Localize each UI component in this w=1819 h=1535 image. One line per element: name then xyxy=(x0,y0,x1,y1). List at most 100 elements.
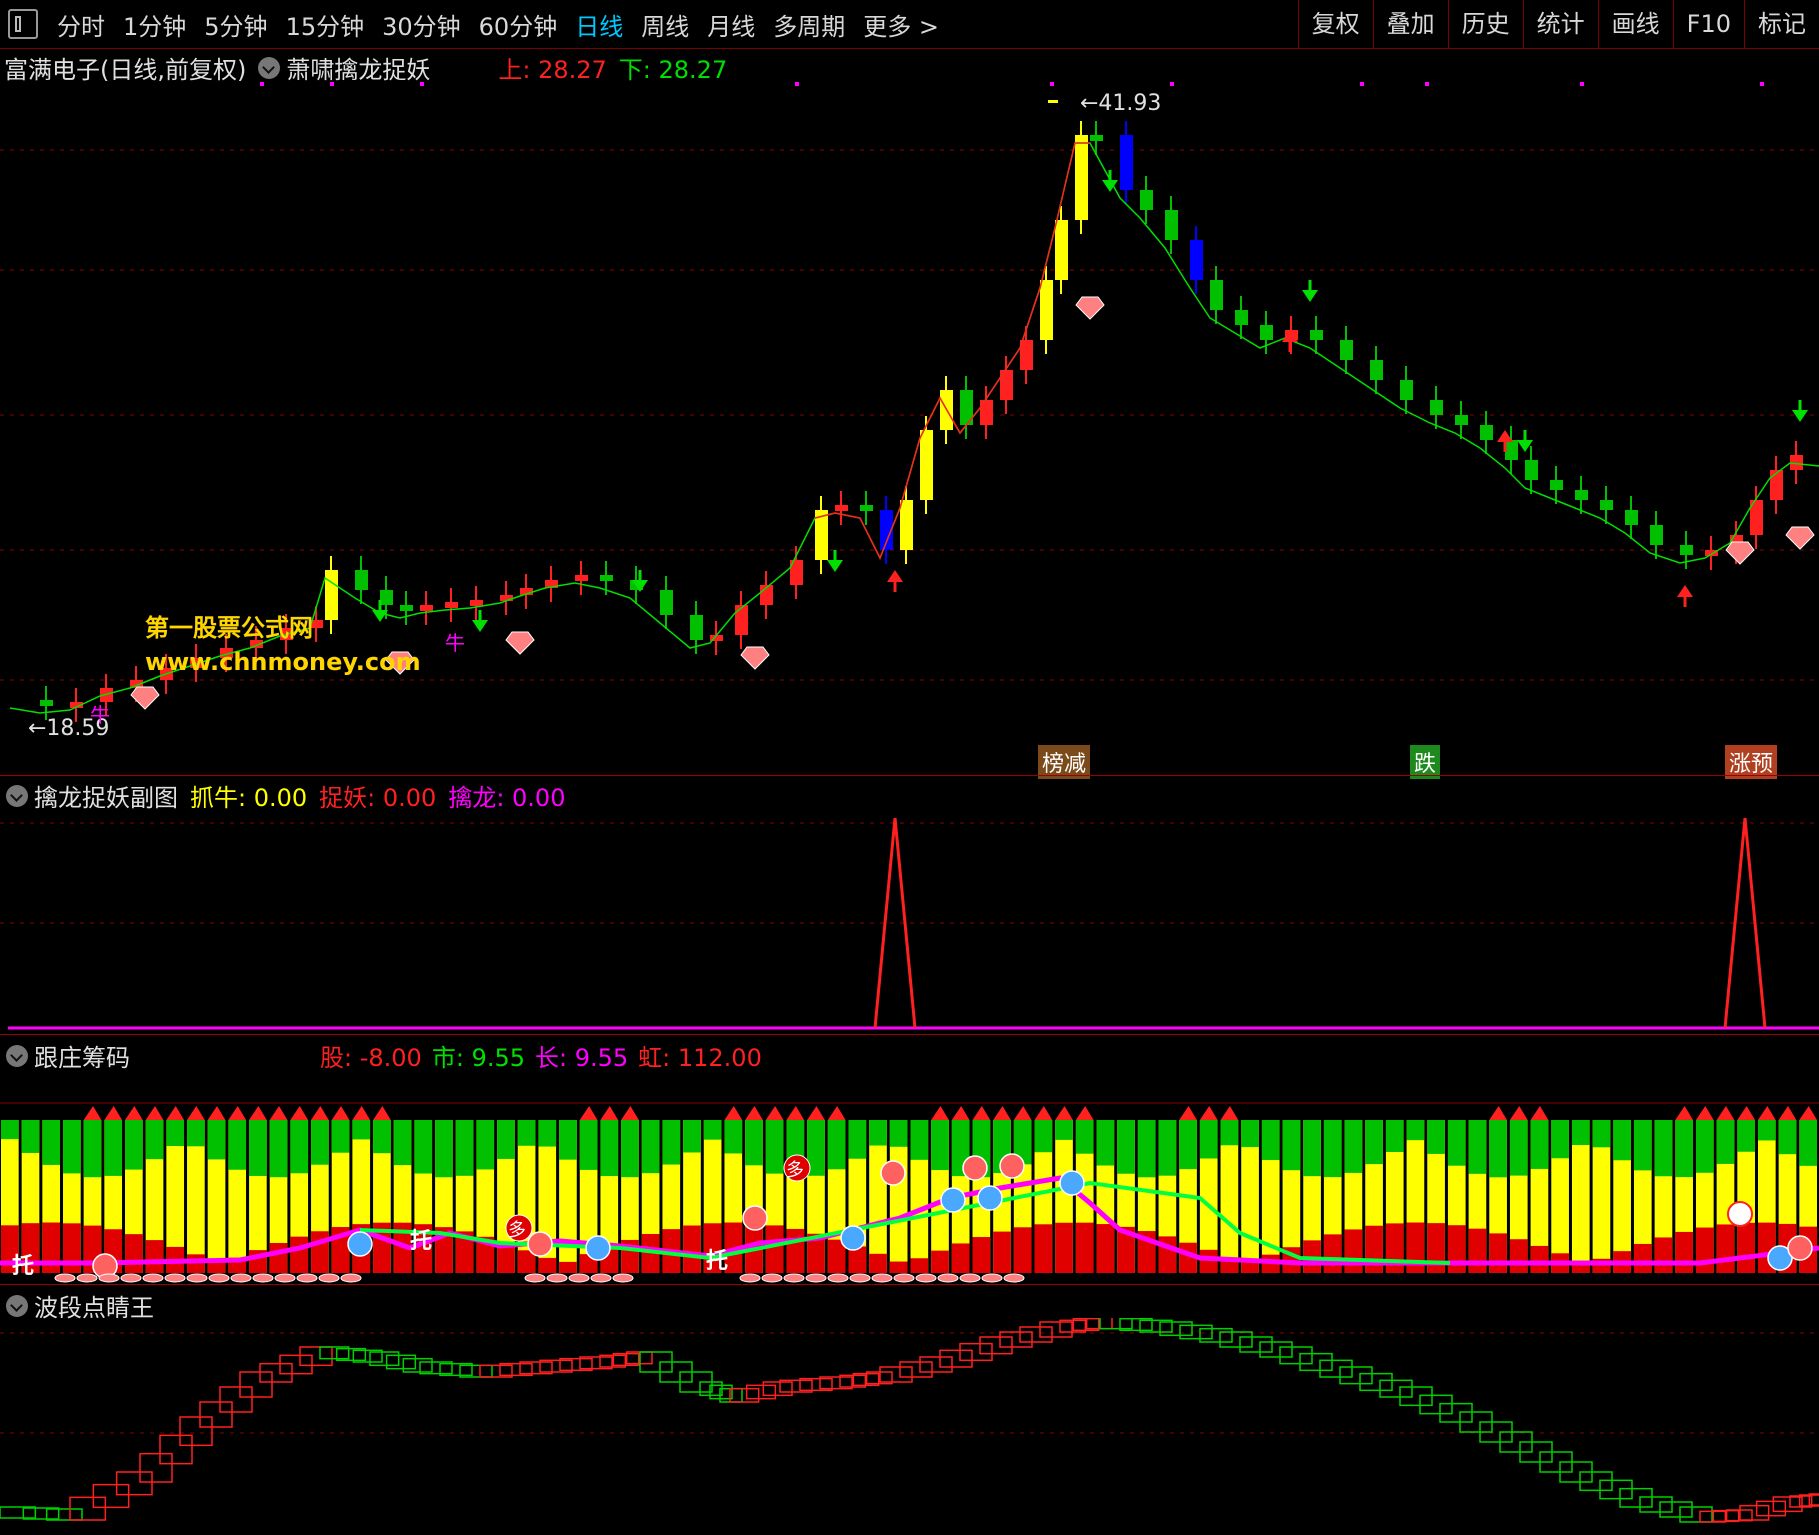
period-tab-7[interactable]: 周线 xyxy=(632,7,698,42)
toolbar-button-0[interactable]: 复权 xyxy=(1297,0,1373,48)
wave-step xyxy=(239,1371,273,1398)
high-marker xyxy=(1048,100,1058,103)
period-tab-1[interactable]: 1分钟 xyxy=(114,7,195,42)
candle-body xyxy=(1090,135,1103,141)
wave-step xyxy=(1299,1352,1333,1372)
wave-step xyxy=(299,1346,333,1367)
toolbar-button-6[interactable]: 标记 xyxy=(1744,0,1819,48)
candle-body xyxy=(1400,380,1413,400)
chip-ribbon xyxy=(76,1273,98,1283)
sub3-chart[interactable] xyxy=(0,1318,1819,1535)
sub2-chart[interactable]: 托托托多多 xyxy=(0,1068,1819,1283)
toolbar-button-1[interactable]: 叠加 xyxy=(1372,0,1448,48)
chip-bar-red xyxy=(290,1236,309,1273)
chip-bar-red xyxy=(889,1261,908,1273)
candle-body xyxy=(1165,210,1178,240)
chip-ribbon xyxy=(612,1273,634,1283)
chip-ribbon xyxy=(849,1273,871,1283)
chip-ribbon xyxy=(208,1273,230,1283)
candle-body xyxy=(1055,220,1068,280)
period-tab-2[interactable]: 5分钟 xyxy=(195,7,276,42)
chip-ribbon xyxy=(546,1273,568,1283)
chip-bar-green xyxy=(1716,1120,1735,1164)
top-dot-marker xyxy=(795,82,799,86)
chip-bar-red xyxy=(1075,1222,1094,1273)
period-tab-5[interactable]: 60分钟 xyxy=(470,7,567,42)
chip-ribbon xyxy=(937,1273,959,1283)
wave-step xyxy=(899,1361,933,1378)
wave-step xyxy=(699,1381,723,1397)
candle-body xyxy=(420,605,433,611)
wave-step xyxy=(1772,1496,1803,1513)
diamond-icon xyxy=(505,631,535,655)
arrow-up-icon xyxy=(887,570,903,582)
chip-bar-red xyxy=(1344,1229,1363,1273)
chip-ribbon xyxy=(827,1273,849,1283)
toolbar-button-3[interactable]: 统计 xyxy=(1522,0,1598,48)
chip-bar-green xyxy=(63,1120,81,1174)
top-dot-marker xyxy=(260,82,264,86)
chip-peak-marker xyxy=(187,1106,205,1120)
chip-peak-marker xyxy=(104,1106,123,1120)
chip-peak-marker xyxy=(579,1106,598,1120)
chip-bar-red xyxy=(786,1228,805,1273)
toolbar-button-2[interactable]: 历史 xyxy=(1447,0,1523,48)
period-tab-3[interactable]: 15分钟 xyxy=(277,7,374,42)
diamond-icon xyxy=(740,646,770,670)
candle-body xyxy=(835,505,848,511)
chip-ribbon xyxy=(120,1273,142,1283)
chip-bar-green xyxy=(910,1120,929,1160)
top-dot-marker xyxy=(1050,82,1054,86)
candle-body xyxy=(1430,400,1443,415)
toolbar-button-5[interactable]: F10 xyxy=(1672,0,1744,48)
sub2-dropdown-icon[interactable] xyxy=(6,1044,28,1067)
chip-peak-marker xyxy=(166,1106,185,1120)
candle-body xyxy=(40,700,53,706)
period-tab-8[interactable]: 月线 xyxy=(698,7,764,42)
wave-step xyxy=(959,1342,993,1362)
red-ball-icon xyxy=(1787,1235,1813,1261)
chip-peak-marker xyxy=(1509,1106,1528,1120)
chip-peak-marker xyxy=(1799,1106,1817,1120)
candle-body xyxy=(1140,190,1153,210)
indicator-dropdown-icon[interactable] xyxy=(258,56,281,79)
wave-step xyxy=(729,1387,760,1403)
candle-body xyxy=(325,570,338,620)
toolbar-button-4[interactable]: 画线 xyxy=(1597,0,1673,48)
chip-peak-marker xyxy=(1778,1106,1797,1120)
period-tab-9[interactable]: 多周期 xyxy=(764,7,854,42)
period-tab-10[interactable]: 更多 > xyxy=(854,7,948,42)
chip-bar-green xyxy=(683,1120,701,1153)
blue-ball-icon xyxy=(940,1187,966,1213)
sidebar-toggle-icon[interactable] xyxy=(8,9,38,39)
wave-step xyxy=(1439,1402,1473,1423)
chip-peak-marker xyxy=(765,1106,784,1120)
wave-step xyxy=(1659,1501,1693,1518)
chip-bar-green xyxy=(827,1120,846,1170)
chip-peak-marker xyxy=(745,1106,763,1120)
chip-bar-green xyxy=(497,1120,515,1159)
top-dot-marker xyxy=(1760,82,1764,86)
period-tab-0[interactable]: 分时 xyxy=(48,7,114,42)
candle-body xyxy=(1235,310,1248,325)
sub3-dropdown-icon[interactable] xyxy=(6,1294,28,1317)
period-tab-6[interactable]: 日线 xyxy=(566,7,632,42)
wave-step xyxy=(1619,1487,1653,1508)
sub1-chart[interactable] xyxy=(0,808,1819,1033)
sub1-dropdown-icon[interactable] xyxy=(6,784,28,807)
period-tab-4[interactable]: 30分钟 xyxy=(373,7,470,42)
candle-body xyxy=(1340,340,1353,360)
chip-ribbon xyxy=(164,1273,186,1283)
wave-step xyxy=(1039,1321,1073,1338)
wave-step xyxy=(745,1384,777,1400)
chip-bar-green xyxy=(1406,1120,1425,1141)
chip-ribbon xyxy=(805,1273,827,1283)
wave-step xyxy=(1419,1394,1453,1415)
chip-ribbon xyxy=(783,1273,805,1283)
candle-body xyxy=(1600,500,1613,510)
top-dot-marker xyxy=(330,82,334,86)
wave-step xyxy=(402,1357,433,1373)
candle-body xyxy=(470,600,483,606)
chip-bar-green xyxy=(352,1120,371,1140)
chip-ribbon xyxy=(252,1273,274,1283)
